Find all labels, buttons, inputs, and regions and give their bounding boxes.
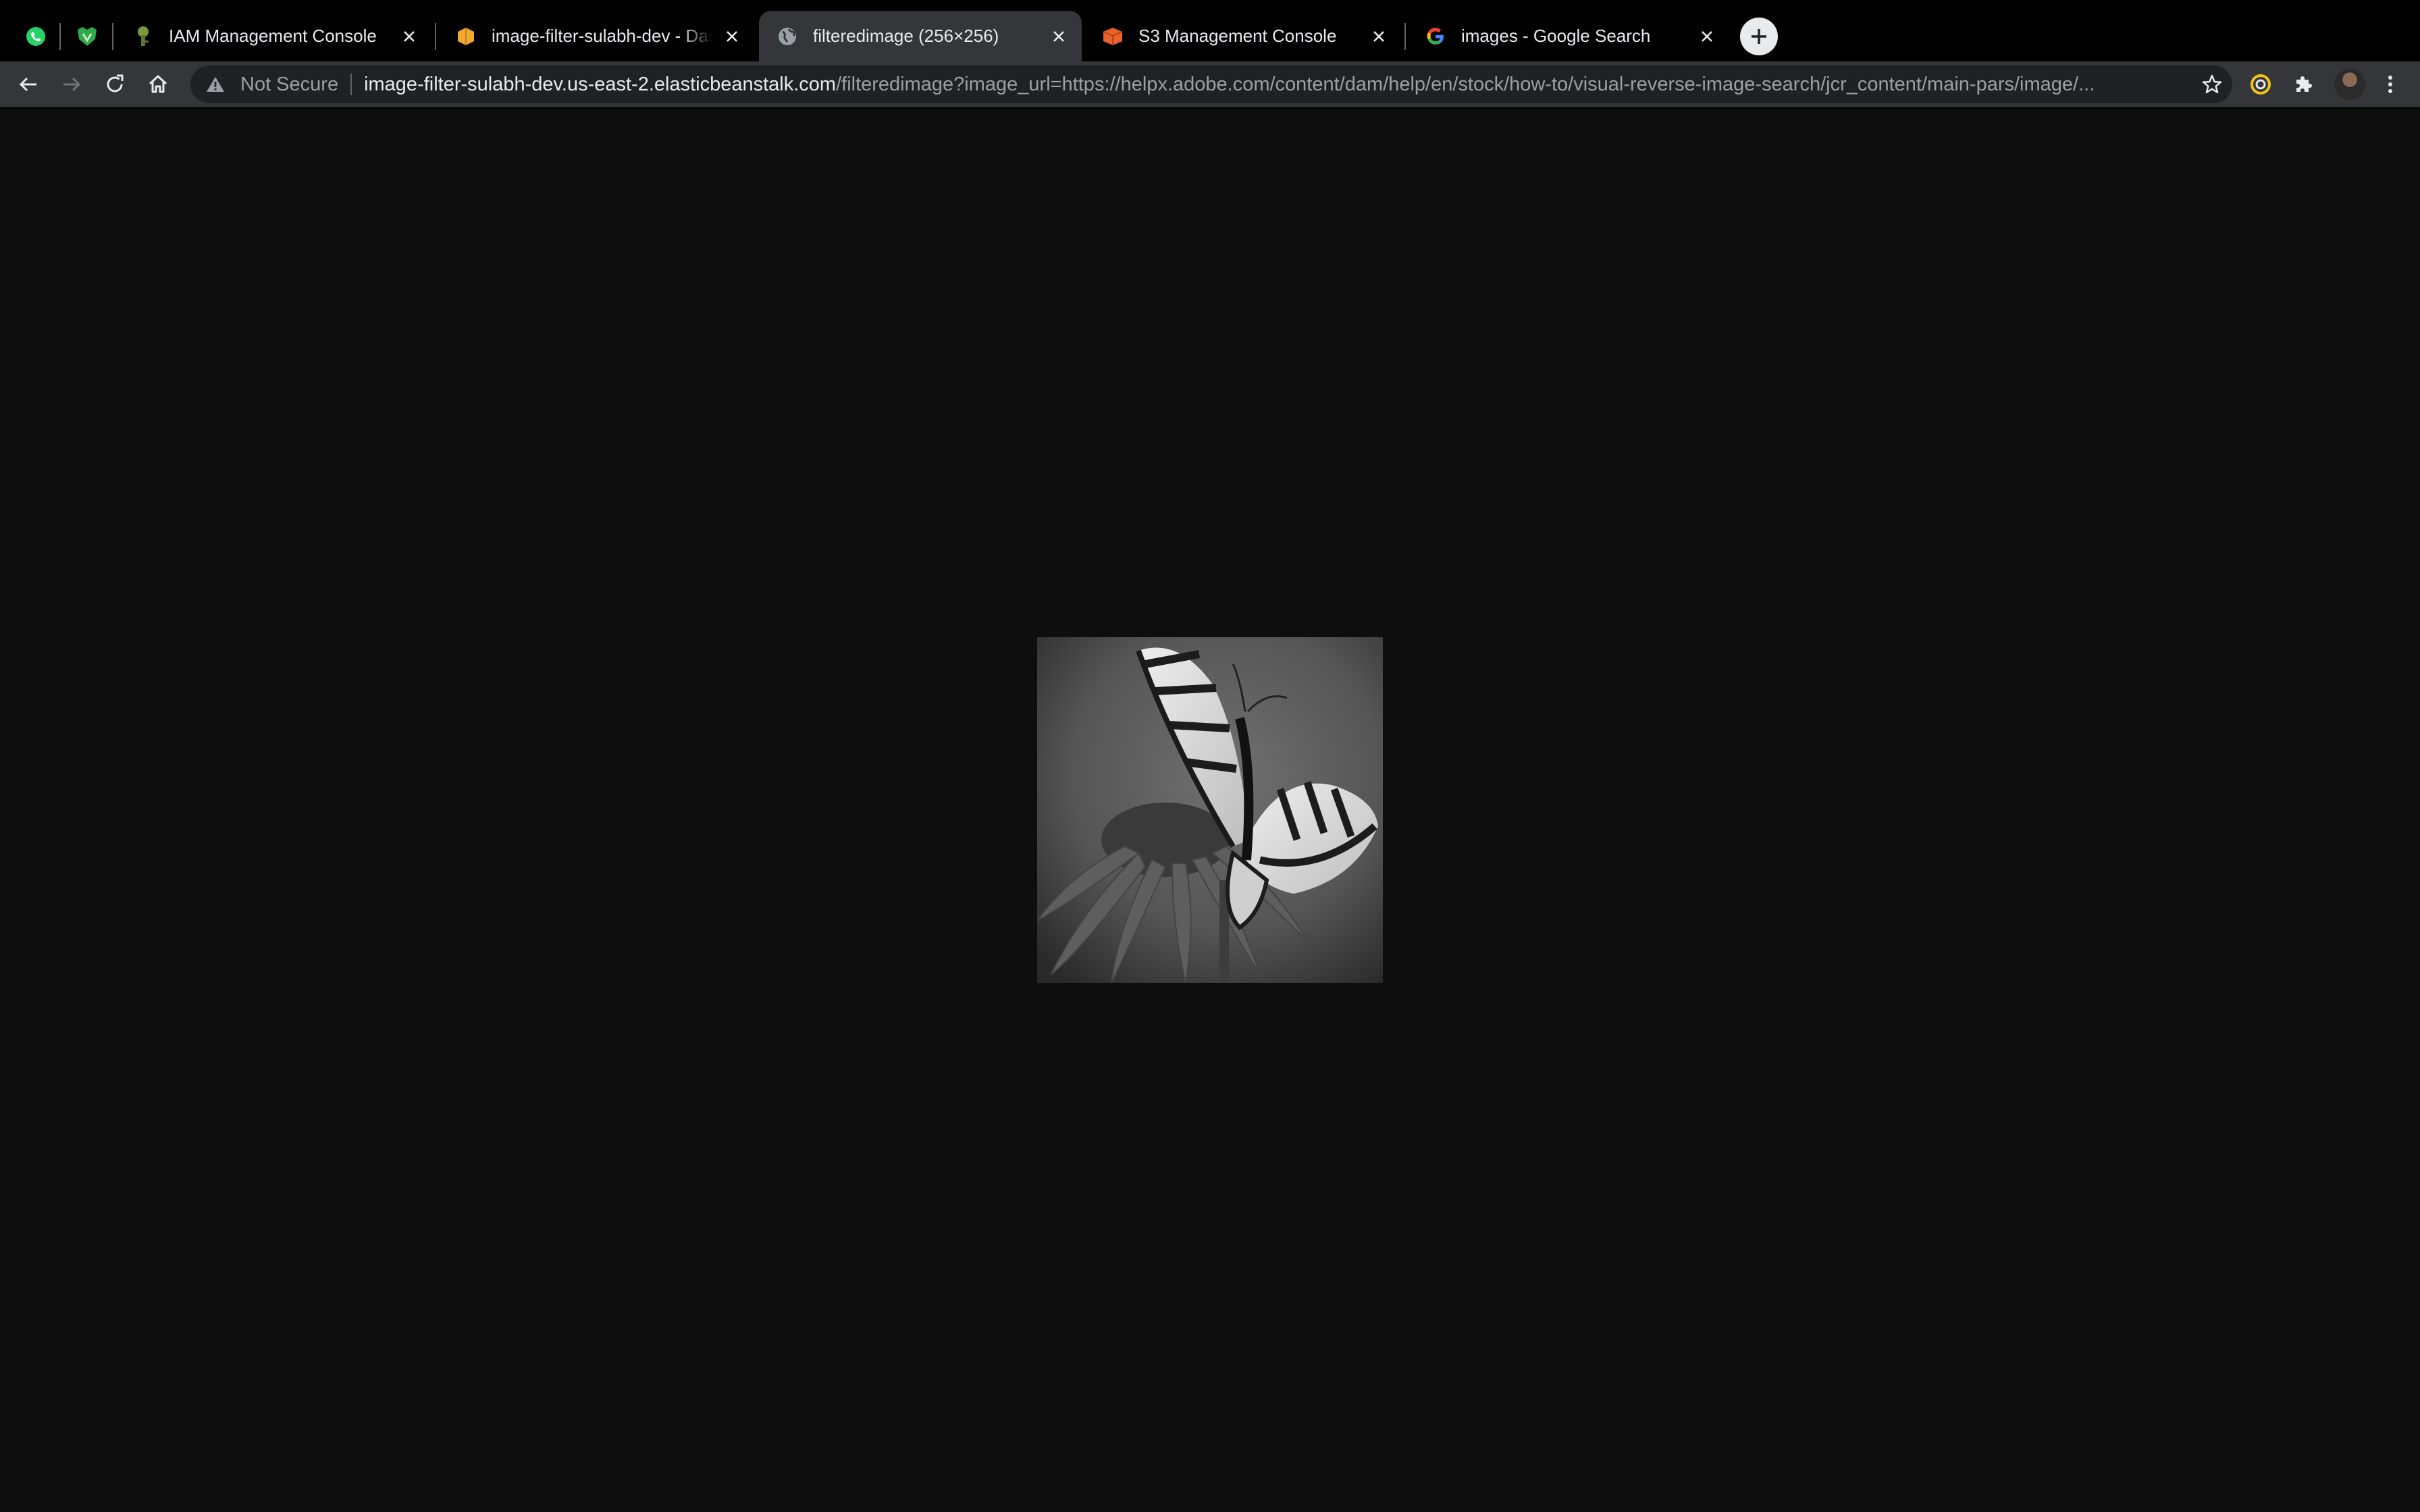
iam-icon	[132, 26, 154, 47]
tab-separator	[112, 23, 113, 50]
tab-separator	[59, 23, 61, 50]
beanstalk-icon	[455, 26, 477, 47]
close-icon[interactable]	[718, 23, 745, 50]
tab-s3-console[interactable]: S3 Management Console	[1084, 11, 1402, 61]
extension-button[interactable]	[2246, 70, 2276, 99]
extension-ring-icon	[2251, 74, 2271, 94]
pinned-tab-whatsapp[interactable]	[14, 11, 58, 61]
back-arrow-icon	[19, 77, 36, 92]
tab-separator	[435, 23, 436, 50]
address-bar[interactable]: Not Secure image-filter-sulabh-dev.us-ea…	[190, 65, 2232, 103]
tab-separator	[1404, 23, 1406, 50]
whatsapp-icon	[26, 26, 45, 46]
new-tab-button[interactable]	[1740, 18, 1778, 55]
kebab-menu-icon	[2388, 76, 2392, 93]
url-path: /filteredimage?image_url=https://helpx.a…	[836, 73, 2095, 95]
pinned-tab-tunnelbear[interactable]	[65, 11, 109, 61]
tunnelbear-icon	[78, 26, 97, 46]
s3-icon	[1102, 26, 1124, 47]
tab-filteredimage[interactable]: filteredimage (256×256)	[759, 11, 1082, 61]
browser-toolbar: Not Secure image-filter-sulabh-dev.us-ea…	[0, 61, 2420, 109]
tab-title: IAM Management Console	[169, 26, 377, 46]
close-icon[interactable]	[396, 23, 423, 50]
reload-button[interactable]	[100, 70, 130, 99]
tab-strip: IAM Management Console image-filter-sula…	[0, 0, 2420, 61]
tab-title: S3 Management Console	[1138, 26, 1337, 46]
bookmark-star-icon[interactable]	[2199, 71, 2226, 98]
reload-icon	[107, 74, 124, 92]
plus-icon	[1752, 29, 1766, 44]
home-button[interactable]	[143, 70, 173, 99]
filtered-image	[1037, 637, 1383, 983]
tab-google-search[interactable]: images - Google Search	[1407, 11, 1730, 61]
google-icon	[1425, 26, 1446, 47]
url-host: image-filter-sulabh-dev.us-east-2.elasti…	[364, 73, 837, 95]
forward-button[interactable]	[57, 70, 86, 99]
extensions-button[interactable]	[2289, 70, 2319, 99]
puzzle-icon	[2296, 76, 2312, 92]
tab-beanstalk-dashboard[interactable]: image-filter-sulabh-dev - Dash	[438, 11, 755, 61]
close-icon[interactable]	[1365, 23, 1392, 50]
back-button[interactable]	[14, 70, 43, 99]
forward-arrow-icon	[63, 77, 81, 92]
tab-title: image-filter-sulabh-dev - Dash	[492, 26, 713, 46]
globe-icon	[777, 26, 798, 47]
url-text[interactable]: image-filter-sulabh-dev.us-east-2.elasti…	[364, 74, 2192, 96]
home-icon	[149, 75, 167, 93]
menu-button[interactable]	[2375, 70, 2405, 99]
close-icon[interactable]	[1693, 23, 1720, 50]
close-icon[interactable]	[1045, 23, 1072, 50]
profile-avatar[interactable]	[2334, 69, 2365, 100]
tab-title: filteredimage (256×256)	[813, 26, 999, 46]
tab-iam-console[interactable]: IAM Management Console	[115, 11, 432, 61]
warning-icon[interactable]	[205, 74, 226, 94]
omnibox-divider	[350, 74, 352, 95]
tab-title: images - Google Search	[1461, 26, 1651, 46]
security-label[interactable]: Not Secure	[240, 74, 338, 96]
